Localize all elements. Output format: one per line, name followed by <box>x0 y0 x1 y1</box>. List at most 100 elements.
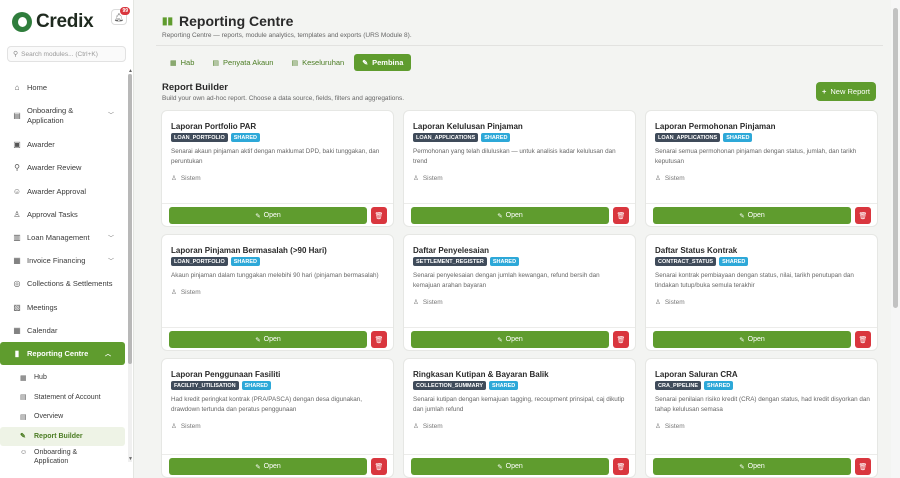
delete-report-button[interactable]: 🗑︎ <box>371 458 387 475</box>
report-title: Ringkasan Kutipan & Bayaran Balik <box>413 370 549 379</box>
chart-icon: ▮▮ <box>162 15 174 27</box>
report-description: Senarai penyelesaian dengan jumlah kewan… <box>413 272 600 289</box>
sidebar-item-loan-management[interactable]: ▥ Loan Management ﹀ <box>0 226 128 249</box>
report-title: Laporan Permohonan Pinjaman <box>655 122 776 131</box>
coins-icon: ◎ <box>13 279 21 289</box>
open-report-button[interactable]: ✎ Open <box>653 331 851 348</box>
data-source-badge: COLLECTION_SUMMARY <box>413 381 487 390</box>
sidebar-subitem-onboarding-application[interactable]: ☺ Onboarding & Application <box>0 446 128 466</box>
search-input[interactable] <box>21 50 122 58</box>
delete-report-button[interactable]: 🗑︎ <box>613 458 629 475</box>
sidebar-item-meetings[interactable]: ▧ Meetings <box>0 296 128 319</box>
open-report-button[interactable]: ✎ Open <box>411 331 609 348</box>
open-report-button[interactable]: ✎ Open <box>169 207 367 224</box>
card-footer <box>162 327 393 328</box>
open-label: Open <box>747 463 765 470</box>
delete-report-button[interactable]: 🗑︎ <box>613 207 629 224</box>
open-label: Open <box>747 336 765 343</box>
sidebar-item-label: Awarder Review <box>27 163 82 173</box>
user-icon: ♙ <box>171 423 177 430</box>
home-icon: ⌂ <box>14 83 20 93</box>
report-card: Laporan Pinjaman Bermasalah (>90 Hari) LO… <box>161 234 394 351</box>
data-source-badge: LOAN_APPLICATIONS <box>655 133 721 142</box>
sidebar-item-calendar[interactable]: ▦ Calendar <box>0 319 128 342</box>
report-tags: COLLECTION_SUMMARY Shared <box>413 381 521 390</box>
sidebar-item-label: Awarder Approval <box>27 186 87 196</box>
report-title: Laporan Portfolio PAR <box>171 122 257 131</box>
report-description: Senarai kontrak pembiayaan dengan status… <box>655 272 854 289</box>
wrench-icon: ✎ <box>497 463 503 471</box>
sidebar-nav: ⌂ Home ▤ Onboarding & Application ﹀ ▣ Awarder ⚲… <box>0 76 128 466</box>
sidebar-item-awarder[interactable]: ▣ Awarder <box>0 133 128 156</box>
bank-icon: ▥ <box>13 233 21 243</box>
data-source-badge: FACILITY_UTILISATION <box>171 381 239 390</box>
module-search[interactable]: ⚲ <box>7 46 126 62</box>
report-tags: CRA_PIPELINE Shared <box>655 381 736 390</box>
main-scrollbar-thumb[interactable] <box>893 8 898 308</box>
notifications-button[interactable]: 🔔︎ 99 <box>111 7 130 25</box>
tab-label: Penyata Akaun <box>223 58 274 67</box>
open-report-button[interactable]: ✎ Open <box>653 207 851 224</box>
sidebar-item-label: Onboarding & Application <box>27 106 74 126</box>
tab-label: Keseluruhan <box>302 58 345 67</box>
sidebar-item-home[interactable]: ⌂ Home <box>0 76 128 99</box>
report-owner: ♙ Sistem <box>413 174 443 183</box>
sidebar-subitem-statement-of-account[interactable]: ▤ Statement of Account <box>0 388 128 408</box>
owner-label: Sistem <box>422 174 443 182</box>
tab-penyata-akaun[interactable]: ▤ Penyata Akaun <box>204 54 281 71</box>
open-report-button[interactable]: ✎ Open <box>411 207 609 224</box>
sidebar-item-onboarding-application[interactable]: ▤ Onboarding & Application ﹀ <box>0 99 128 133</box>
report-card: Laporan Kelulusan Pinjaman LOAN_APPLICATI… <box>403 110 636 227</box>
sidebar-subitem-overview[interactable]: ▤ Overview <box>0 407 128 427</box>
scroll-up-arrow-icon[interactable]: ▲ <box>128 68 133 74</box>
user-icon: ♙ <box>171 175 177 182</box>
card-footer <box>646 327 877 328</box>
user-icon: ♙ <box>655 175 661 182</box>
delete-report-button[interactable]: 🗑︎ <box>855 207 871 224</box>
open-report-button[interactable]: ✎ Open <box>411 458 609 475</box>
report-title: Daftar Penyelesaian <box>413 246 490 255</box>
notification-count-badge: 99 <box>120 7 130 15</box>
tab-hab[interactable]: ▦ Hab <box>162 54 202 71</box>
scroll-down-arrow-icon[interactable]: ▼ <box>128 456 133 462</box>
delete-report-button[interactable]: 🗑︎ <box>371 207 387 224</box>
tab-keseluruhan[interactable]: ▤ Keseluruhan <box>283 54 352 71</box>
owner-label: Sistem <box>664 174 685 182</box>
owner-label: Sistem <box>664 422 685 430</box>
tab-pembina[interactable]: ✎ Pembina <box>354 54 412 71</box>
delete-report-button[interactable]: 🗑︎ <box>855 331 871 348</box>
report-card: Ringkasan Kutipan & Bayaran Balik COLLECT… <box>403 358 636 478</box>
user-icon: ♙ <box>171 289 177 296</box>
report-tags: CONTRACT_STATUS Shared <box>655 257 751 266</box>
sidebar-subitem-label: Report Builder <box>34 432 83 440</box>
report-description: Senarai akaun pinjaman aktif dengan makl… <box>171 148 380 165</box>
new-report-button[interactable]: + New Report <box>816 82 876 101</box>
sidebar-item-awarder-review[interactable]: ⚲ Awarder Review <box>0 156 128 179</box>
report-title: Laporan Saluran CRA <box>655 370 738 379</box>
new-report-label: New Report <box>830 87 870 96</box>
sidebar-subitem-hub[interactable]: ▦ Hub <box>0 368 128 388</box>
search-icon: ⚲ <box>13 51 19 58</box>
delete-report-button[interactable]: 🗑︎ <box>613 331 629 348</box>
brand[interactable]: Credix <box>12 11 94 33</box>
sidebar-item-label: Meetings <box>27 302 58 312</box>
delete-report-button[interactable]: 🗑︎ <box>371 331 387 348</box>
open-report-button[interactable]: ✎ Open <box>653 458 851 475</box>
sidebar-item-awarder-approval[interactable]: ☺ Awarder Approval <box>0 180 128 203</box>
open-report-button[interactable]: ✎ Open <box>169 331 367 348</box>
shared-badge: Shared <box>704 381 734 390</box>
brand-name: Credix <box>36 11 94 32</box>
delete-report-button[interactable]: 🗑︎ <box>855 458 871 475</box>
data-source-badge: CRA_PIPELINE <box>655 381 702 390</box>
wrench-icon: ✎ <box>20 433 26 441</box>
sidebar-item-invoice-financing[interactable]: ▦ Invoice Financing ﹀ <box>0 249 128 272</box>
owner-label: Sistem <box>180 422 201 430</box>
sidebar-subitem-report-builder[interactable]: ✎ Report Builder <box>0 426 125 447</box>
sidebar-item-collections-settlements[interactable]: ◎ Collections & Settlements <box>0 272 128 295</box>
sidebar-scrollbar-thumb[interactable] <box>128 74 132 364</box>
open-report-button[interactable]: ✎ Open <box>169 458 367 475</box>
wrench-icon: ✎ <box>255 336 261 344</box>
sidebar-item-reporting-centre[interactable]: ▮ Reporting Centre ︿ <box>0 341 125 366</box>
sidebar-item-approval-tasks[interactable]: ♙ Approval Tasks <box>0 203 128 226</box>
card-footer <box>646 203 877 204</box>
